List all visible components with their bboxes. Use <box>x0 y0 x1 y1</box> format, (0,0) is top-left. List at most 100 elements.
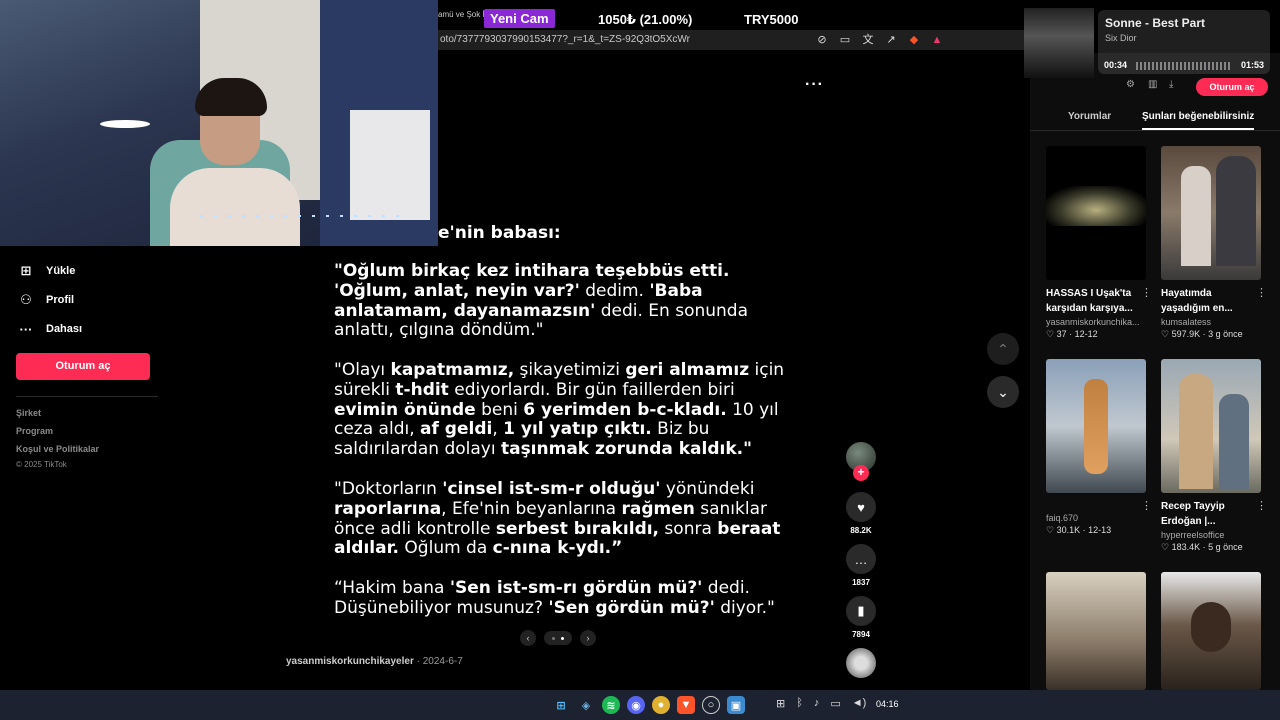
footer-link-company[interactable]: Şirket <box>16 408 41 418</box>
share-icon[interactable]: ↗ <box>884 33 898 47</box>
carousel-prev-icon[interactable]: ‹ <box>520 630 536 646</box>
microphone-icon[interactable]: ♪ <box>814 697 820 710</box>
photos-icon[interactable]: ▣ <box>727 696 745 714</box>
tray-grid-icon[interactable]: ⊞ <box>776 697 785 710</box>
track-elapsed: 00:34 <box>1104 60 1128 70</box>
cast-icon[interactable]: ▭ <box>838 33 852 47</box>
taskbar-clock[interactable]: 04:16 <box>876 699 899 709</box>
new-cam-label: Yeni Cam <box>484 9 555 28</box>
url-text[interactable]: oto/7377793037990153477?_r=1&_t=ZS-92Q3t… <box>440 34 690 45</box>
track-artist: Six Dior <box>1105 33 1137 43</box>
post-paragraph-3: "Doktorların 'cinsel ist-sm-r olduğu' yö… <box>334 479 781 559</box>
volume-icon[interactable]: ◄) <box>852 697 867 710</box>
chevron-up-icon[interactable]: ⌃ <box>987 333 1019 365</box>
sidebar-item-label: Yükle <box>46 265 76 277</box>
footer-link-terms[interactable]: Koşul ve Politikalar <box>16 444 99 454</box>
video-author[interactable]: faiq.670 <box>1046 513 1146 523</box>
right-panel-tabs: Yorumlar Şunları beğenebilirsiniz <box>1030 107 1280 131</box>
album-art <box>1024 8 1094 78</box>
comment-icon[interactable]: … <box>846 544 876 574</box>
video-meta: ♡ 37 · 12-12 <box>1046 329 1098 339</box>
brave-rewards-icon[interactable]: ▲ <box>930 33 944 47</box>
video-thumbnail[interactable] <box>1046 359 1146 493</box>
video-title[interactable]: Recep Tayyip <box>1161 499 1251 514</box>
plus-square-icon: ⊞ <box>20 263 32 278</box>
video-thumbnail[interactable] <box>1161 146 1261 280</box>
left-sidebar: ⊞ Yükle ⚇ Profil ··· Dahası Oturum aç Şi… <box>0 246 160 686</box>
video-title-line2[interactable]: yaşadığım en... <box>1161 301 1251 316</box>
post-paragraph-4: “Hakim bana 'Sen ist-sm-rı gördün mü?' d… <box>334 578 775 618</box>
comment-count: 1837 <box>852 578 870 587</box>
video-meta: ♡ 183.4K · 5 g önce <box>1161 542 1243 552</box>
like-action[interactable]: ♥ 88.2K <box>846 492 876 535</box>
save-action[interactable]: ▮ 7894 <box>846 596 876 639</box>
login-button[interactable]: Oturum aç <box>16 353 150 380</box>
kebab-menu-icon[interactable]: ⋮ <box>1256 499 1267 512</box>
video-thumbnail[interactable] <box>1046 572 1146 690</box>
save-count: 7894 <box>852 630 870 639</box>
download-icon[interactable]: ⤓ <box>1169 79 1173 90</box>
user-icon: ⚇ <box>20 292 32 307</box>
settings-icon[interactable]: ⚙ <box>1126 79 1135 90</box>
video-thumbnail[interactable] <box>1161 572 1261 690</box>
right-panel: ⚙ ▥ ⤓ Oturum aç Yorumlar Şunları beğeneb… <box>1030 53 1280 690</box>
tray-bluetooth-icon[interactable]: ᛒ <box>796 697 803 710</box>
brave-icon[interactable]: ▼ <box>677 696 695 714</box>
obs-icon[interactable]: ○ <box>702 696 720 714</box>
spotify-icon[interactable]: ≋ <box>602 696 620 714</box>
carousel-next-icon[interactable]: › <box>580 630 596 646</box>
video-card[interactable]: HASSAS I Uşak'ta karşıdan karşıya... yas… <box>1046 146 1152 340</box>
translate-icon[interactable]: 文 <box>861 33 875 47</box>
follow-plus-icon[interactable]: + <box>853 465 869 481</box>
video-title-line2[interactable]: Erdoğan |... <box>1161 514 1251 529</box>
video-thumbnail[interactable] <box>1161 359 1261 493</box>
bookmark-icon[interactable]: ▮ <box>846 596 876 626</box>
kebab-menu-icon[interactable]: ⋮ <box>1141 286 1152 299</box>
heart-icon[interactable]: ♥ <box>846 492 876 522</box>
browser-address-bar[interactable]: oto/7377793037990153477?_r=1&_t=ZS-92Q3t… <box>438 30 1028 50</box>
post-heading: e'nin babası: <box>438 223 561 243</box>
video-card[interactable] <box>1161 572 1261 690</box>
start-icon[interactable]: ⊞ <box>552 696 570 714</box>
video-author[interactable]: hyperreelsoffice <box>1161 530 1261 540</box>
video-title-line2[interactable]: karşıdan karşıya... <box>1046 301 1136 316</box>
tab-recommended[interactable]: Şunları beğenebilirsiniz <box>1142 111 1255 130</box>
author-name[interactable]: yasanmiskorkunchikayeler <box>286 656 414 667</box>
now-playing-widget: Sonne - Best Part Six Dior 00:34 01:53 <box>1024 8 1274 78</box>
kebab-menu-icon[interactable]: ⋮ <box>1256 286 1267 299</box>
app-icon[interactable]: ◈ <box>577 696 595 714</box>
donation-progress: 1050₺ (21.00%) <box>598 12 693 27</box>
chrome-icon[interactable]: ● <box>652 696 670 714</box>
video-meta: ♡ 30.1K · 12-13 <box>1046 525 1112 535</box>
inbox-icon[interactable]: ▥ <box>1148 79 1157 90</box>
video-title[interactable]: HASSAS I Uşak'ta <box>1046 286 1136 301</box>
sidebar-item-more[interactable]: ··· Dahası <box>18 321 83 337</box>
video-author[interactable]: yasanmiskorkunchika... <box>1046 317 1146 327</box>
music-disc[interactable] <box>846 648 876 678</box>
comment-action[interactable]: … 1837 <box>846 544 876 587</box>
tracking-icon[interactable]: ⊘ <box>815 33 829 47</box>
sidebar-item-label: Profil <box>46 294 75 306</box>
brave-shield-icon[interactable]: ◆ <box>907 33 921 47</box>
video-author[interactable]: kumsalatess <box>1161 317 1261 327</box>
discord-icon[interactable]: ◉ <box>627 696 645 714</box>
footer-link-program[interactable]: Program <box>16 426 53 436</box>
video-card[interactable]: Recep Tayyip Erdoğan |... hyperreelsoffi… <box>1161 359 1267 553</box>
post-author[interactable]: yasanmiskorkunchikayeler · 2024-6-7 <box>286 656 463 667</box>
tab-comments[interactable]: Yorumlar <box>1068 111 1111 122</box>
more-options-icon[interactable]: ··· <box>805 76 824 94</box>
kebab-menu-icon[interactable]: ⋮ <box>1141 499 1152 512</box>
post-paragraph-1: "Oğlum birkaç kez intihara teşebbüs etti… <box>334 261 749 341</box>
login-button-top[interactable]: Oturum aç <box>1196 78 1268 96</box>
video-card[interactable] <box>1046 572 1146 690</box>
post-paragraph-2: "Olayı kapatmamız, şikayetimizi geri alm… <box>334 360 785 460</box>
video-thumbnail[interactable] <box>1046 146 1146 280</box>
track-title: Sonne - Best Part <box>1105 16 1206 30</box>
sidebar-item-upload[interactable]: ⊞ Yükle <box>18 263 76 279</box>
video-title[interactable]: Hayatımda <box>1161 286 1251 301</box>
network-icon[interactable]: ▭ <box>830 697 840 710</box>
video-card[interactable]: Hayatımda yaşadığım en... kumsalatess ♡ … <box>1161 146 1267 340</box>
sidebar-item-profile[interactable]: ⚇ Profil <box>18 292 74 308</box>
video-card[interactable]: faiq.670 ♡ 30.1K · 12-13 ⋮ <box>1046 359 1152 536</box>
chevron-down-icon[interactable]: ⌄ <box>987 376 1019 408</box>
